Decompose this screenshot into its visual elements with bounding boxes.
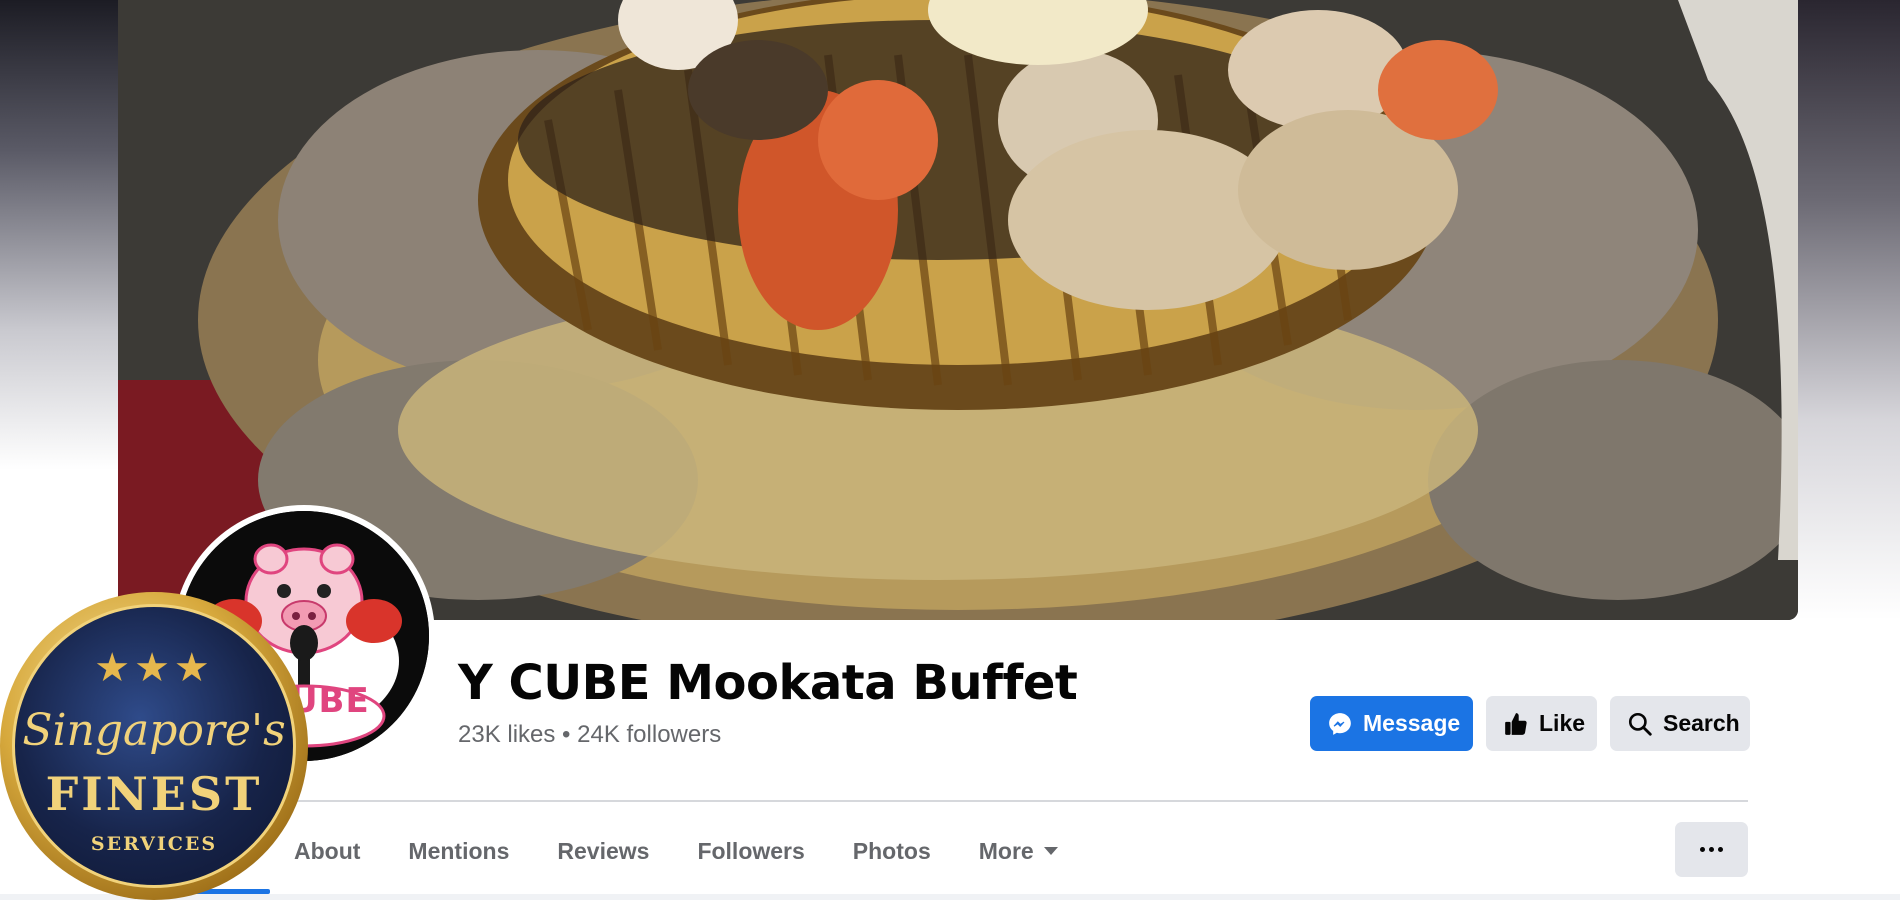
star-icon: ★★★: [94, 645, 214, 691]
background-fade: [1798, 0, 1900, 620]
caret-down-icon: [1043, 847, 1058, 855]
tab-label: More: [978, 837, 1034, 864]
content-divider: [0, 894, 1900, 900]
page-actions: Message Like Search: [1310, 696, 1750, 751]
thumbs-up-icon: [1505, 712, 1527, 735]
tab-more[interactable]: More: [955, 820, 1082, 882]
tab-label: About: [294, 837, 361, 864]
badge-face: ★★★ Singapore's FINEST SERVICES: [12, 604, 296, 888]
tab-label: Mentions: [408, 837, 510, 864]
tab-mentions[interactable]: Mentions: [384, 820, 533, 882]
tab-label: Reviews: [557, 837, 650, 864]
badge-line3: SERVICES: [90, 833, 218, 855]
ellipsis-icon: [1718, 847, 1723, 852]
badge-line2: FINEST: [45, 767, 263, 821]
message-button[interactable]: Message: [1310, 696, 1473, 751]
followers-count[interactable]: 24K followers: [577, 721, 721, 748]
search-icon: [1628, 712, 1652, 736]
badge-line1: Singapore's: [22, 705, 286, 756]
tab-followers[interactable]: Followers: [673, 820, 828, 882]
page-tabs: About Mentions Reviews Followers Photos …: [270, 820, 1082, 882]
search-button[interactable]: Search: [1610, 696, 1750, 751]
singapores-finest-badge: ★★★ Singapore's FINEST SERVICES: [0, 592, 308, 900]
tab-label: Followers: [697, 837, 805, 864]
ellipsis-icon: [1700, 847, 1705, 852]
tab-photos[interactable]: Photos: [829, 820, 955, 882]
header-divider: [172, 800, 1748, 802]
search-label: Search: [1663, 710, 1740, 736]
messenger-icon: [1329, 712, 1351, 735]
likes-count[interactable]: 23K likes: [458, 721, 555, 748]
tab-reviews[interactable]: Reviews: [533, 820, 673, 882]
more-options-button[interactable]: [1675, 822, 1748, 877]
tab-label: Photos: [852, 837, 931, 864]
like-button[interactable]: Like: [1486, 696, 1597, 751]
page-stats: 23K likes • 24K followers: [458, 721, 721, 749]
message-label: Message: [1363, 710, 1461, 736]
ellipsis-icon: [1709, 847, 1714, 852]
stats-separator: •: [555, 721, 578, 748]
page-title: Y CUBE Mookata Buffet: [458, 655, 1078, 711]
like-label: Like: [1539, 710, 1586, 736]
